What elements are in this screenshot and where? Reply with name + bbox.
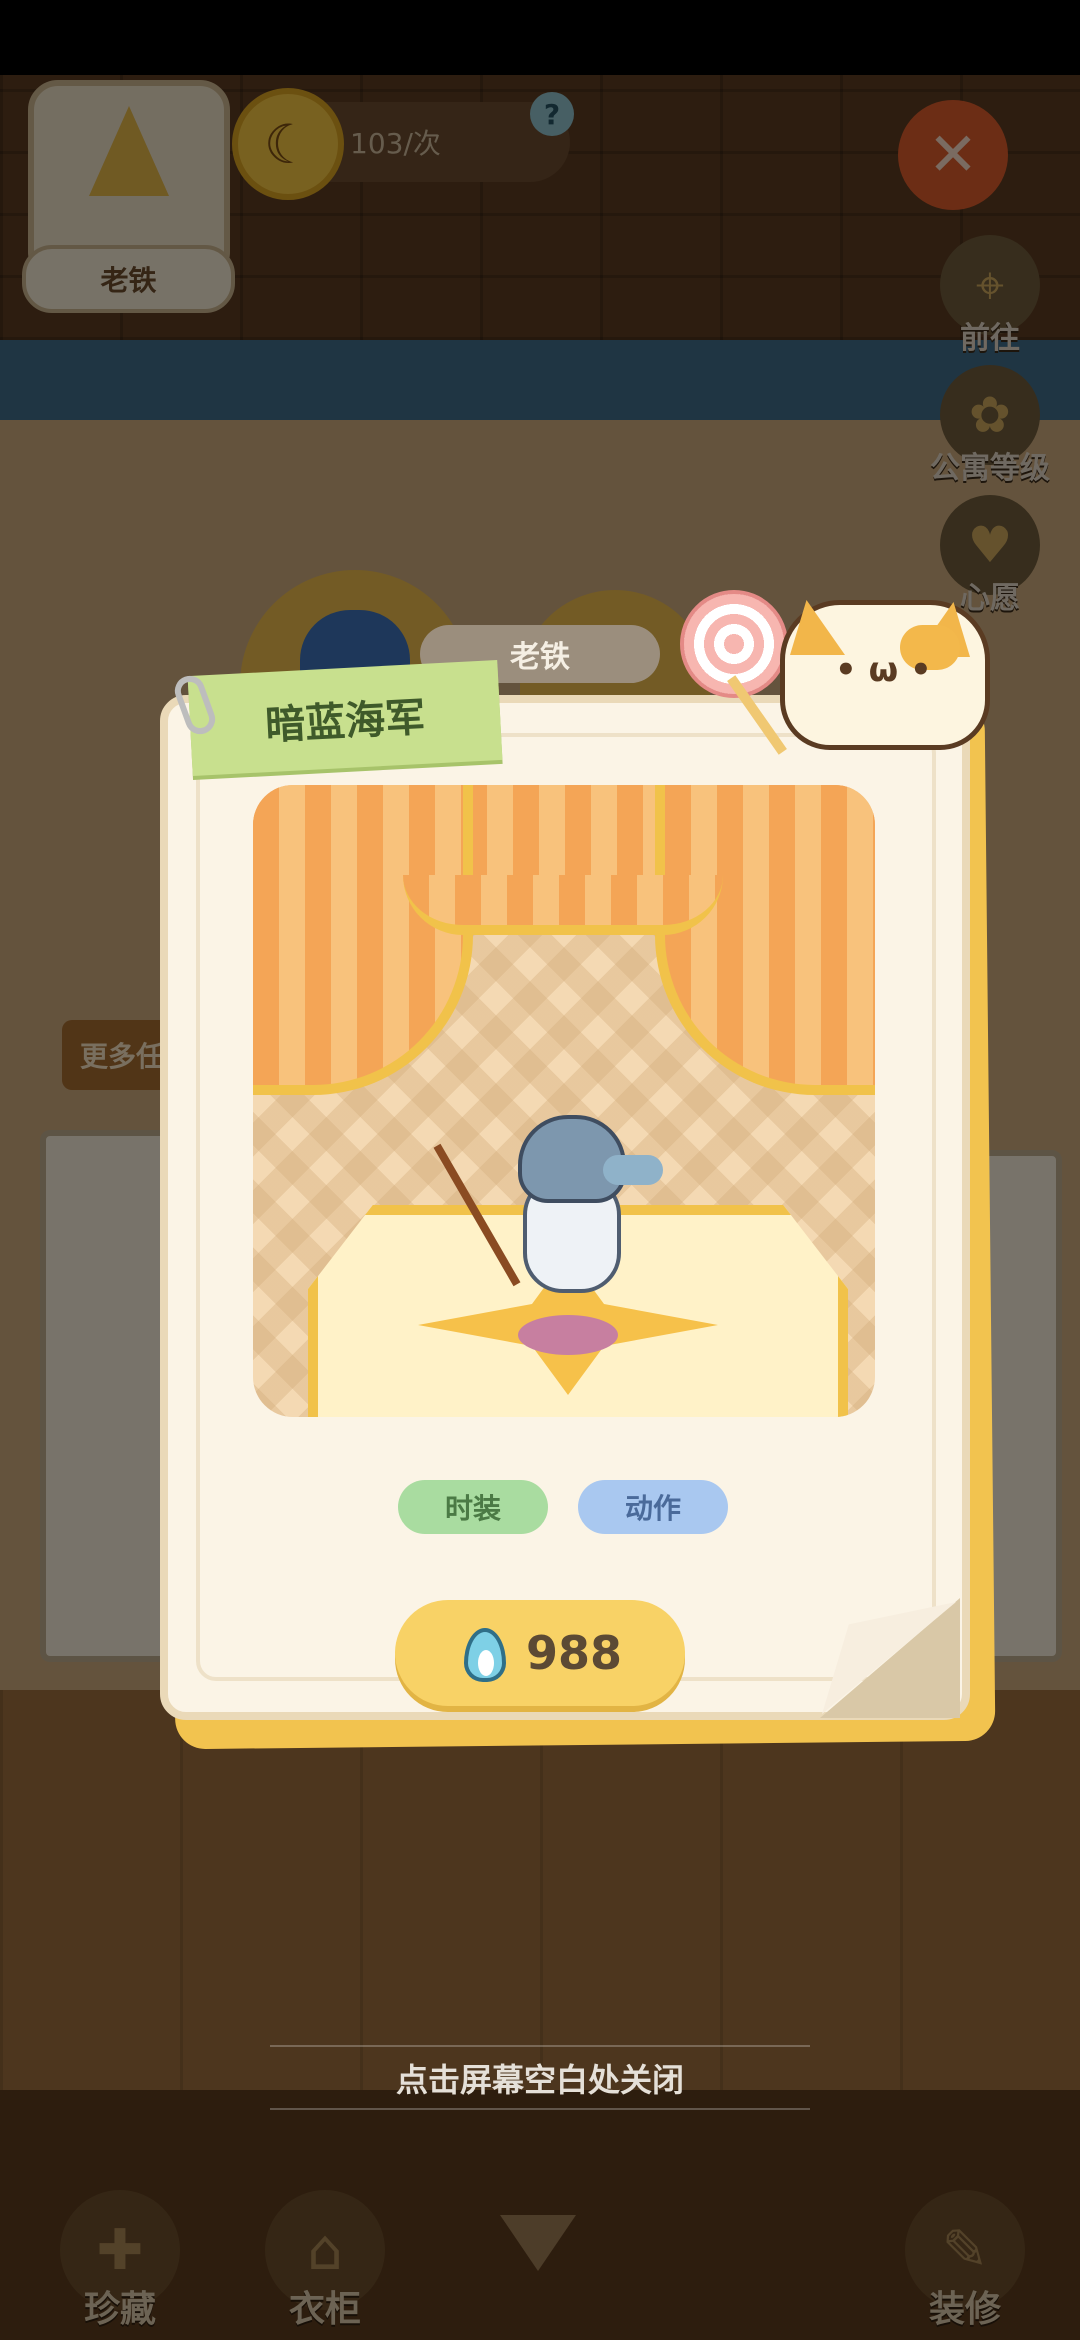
rug-center	[518, 1315, 618, 1355]
tab-costume[interactable]: 时装	[398, 1480, 548, 1534]
hint-divider-bottom	[270, 2108, 810, 2110]
outfit-title: 暗蓝海军	[187, 659, 503, 777]
price-value: 988	[525, 1626, 623, 1680]
curtain-right	[655, 785, 875, 1095]
cat-face-icon: • ω •	[835, 650, 932, 690]
blue-flame-icon	[458, 1622, 512, 1684]
outfit-preview	[253, 785, 875, 1417]
curtain-valance	[403, 875, 723, 935]
hint-divider-top	[270, 2045, 810, 2047]
curtain-left	[253, 785, 473, 1095]
character-preview	[433, 1115, 663, 1305]
price-button[interactable]: 988	[395, 1600, 685, 1706]
close-hint: 点击屏幕空白处关闭	[395, 2061, 684, 2099]
fish-icon	[603, 1155, 663, 1185]
tab-action[interactable]: 动作	[578, 1480, 728, 1534]
